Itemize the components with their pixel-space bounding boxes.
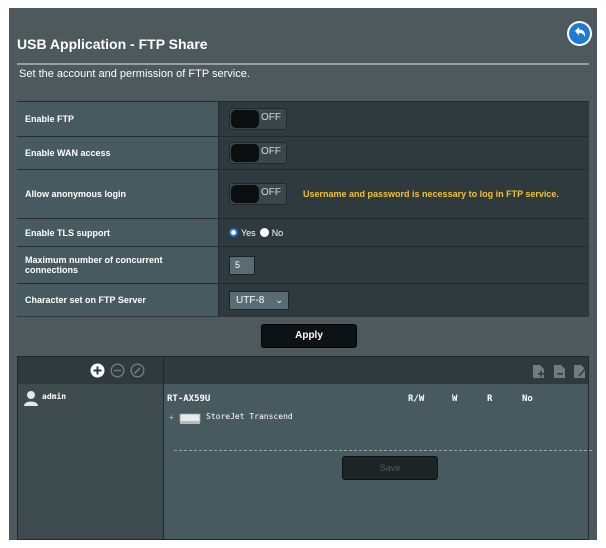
tls-no-label: No [271, 227, 284, 238]
page-description: Set the account and permission of FTP se… [19, 68, 250, 80]
charset-label: Character set on FTP Server [17, 284, 219, 316]
user-list: admin [18, 384, 164, 539]
toggle-state: OFF [261, 112, 281, 123]
toggle-knob [231, 110, 259, 128]
save-button[interactable]: Save [342, 456, 438, 480]
ftp-share-window: USB Application - FTP Share Set the acco… [9, 8, 597, 540]
toggle-knob [231, 185, 259, 203]
toggle-knob [231, 144, 259, 162]
tls-yes-radio[interactable] [229, 228, 238, 237]
row-enable-ftp: Enable FTP OFF [17, 102, 589, 137]
row-max-connections: Maximum number of concurrent connections… [17, 247, 589, 284]
add-user-icon[interactable] [90, 363, 105, 378]
perm-col-w: W [452, 394, 458, 404]
enable-wan-toggle[interactable]: OFF [229, 142, 287, 164]
account-toolbar [18, 357, 164, 384]
header: USB Application - FTP Share [9, 8, 597, 64]
folder-name: StoreJet Transcend [206, 412, 293, 421]
toggle-state: OFF [261, 146, 281, 157]
tls-no-radio[interactable] [259, 228, 269, 237]
tls-yes-label: Yes [241, 227, 256, 238]
disk-icon [179, 413, 201, 424]
row-tls-support: Enable TLS support Yes No [17, 219, 589, 247]
user-item[interactable]: admin [23, 390, 158, 406]
enable-ftp-label: Enable FTP [17, 102, 219, 136]
perm-col-no: No [522, 394, 533, 404]
enable-ftp-toggle[interactable]: OFF [229, 108, 287, 130]
tls-support-label: Enable TLS support [17, 219, 219, 246]
permission-panel: RT-AX59U R/W W R No + StoreJet Transcend… [164, 384, 592, 539]
anonymous-login-label: Allow anonymous login [17, 170, 219, 218]
charset-select[interactable]: UTF-8 ⌄ [229, 290, 289, 310]
perm-col-rw: R/W [408, 394, 425, 404]
expand-icon[interactable]: + [169, 413, 174, 422]
max-connections-label: Maximum number of concurrent connections [17, 247, 219, 283]
user-icon [24, 391, 38, 406]
account-permission-table: admin RT-AX59U R/W W R No + StoreJet Tra… [17, 356, 592, 540]
back-arrow-icon[interactable] [566, 20, 593, 47]
chevron-down-icon: ⌄ [275, 294, 283, 305]
apply-button[interactable]: Apply [261, 324, 357, 348]
header-divider [17, 63, 589, 65]
remove-user-icon[interactable] [110, 363, 125, 378]
anonymous-login-toggle[interactable]: OFF [229, 183, 287, 205]
rename-folder-icon[interactable] [573, 364, 587, 379]
row-enable-wan: Enable WAN access OFF [17, 137, 589, 170]
edit-user-icon[interactable] [130, 363, 145, 378]
row-charset: Character set on FTP Server UTF-8 ⌄ [17, 284, 589, 316]
device-name: RT-AX59U [167, 394, 211, 404]
add-folder-icon[interactable] [532, 364, 545, 379]
perm-col-r: R [487, 394, 493, 404]
page-title: USB Application - FTP Share [17, 36, 208, 52]
user-name: admin [42, 392, 67, 401]
settings-panel: Enable FTP OFF Enable WAN access OFF All… [17, 101, 589, 317]
toggle-state: OFF [261, 187, 281, 198]
divider [174, 450, 592, 451]
anonymous-warning: Username and password is necessary to lo… [303, 189, 559, 199]
delete-folder-icon[interactable] [553, 364, 566, 379]
enable-wan-label: Enable WAN access [17, 137, 219, 169]
charset-value: UTF-8 [236, 294, 265, 306]
folder-row[interactable]: + StoreJet Transcend [169, 410, 369, 426]
max-connections-input[interactable]: 5 [229, 255, 255, 275]
folder-toolbar [164, 357, 588, 384]
row-anonymous-login: Allow anonymous login OFF Username and p… [17, 170, 589, 219]
